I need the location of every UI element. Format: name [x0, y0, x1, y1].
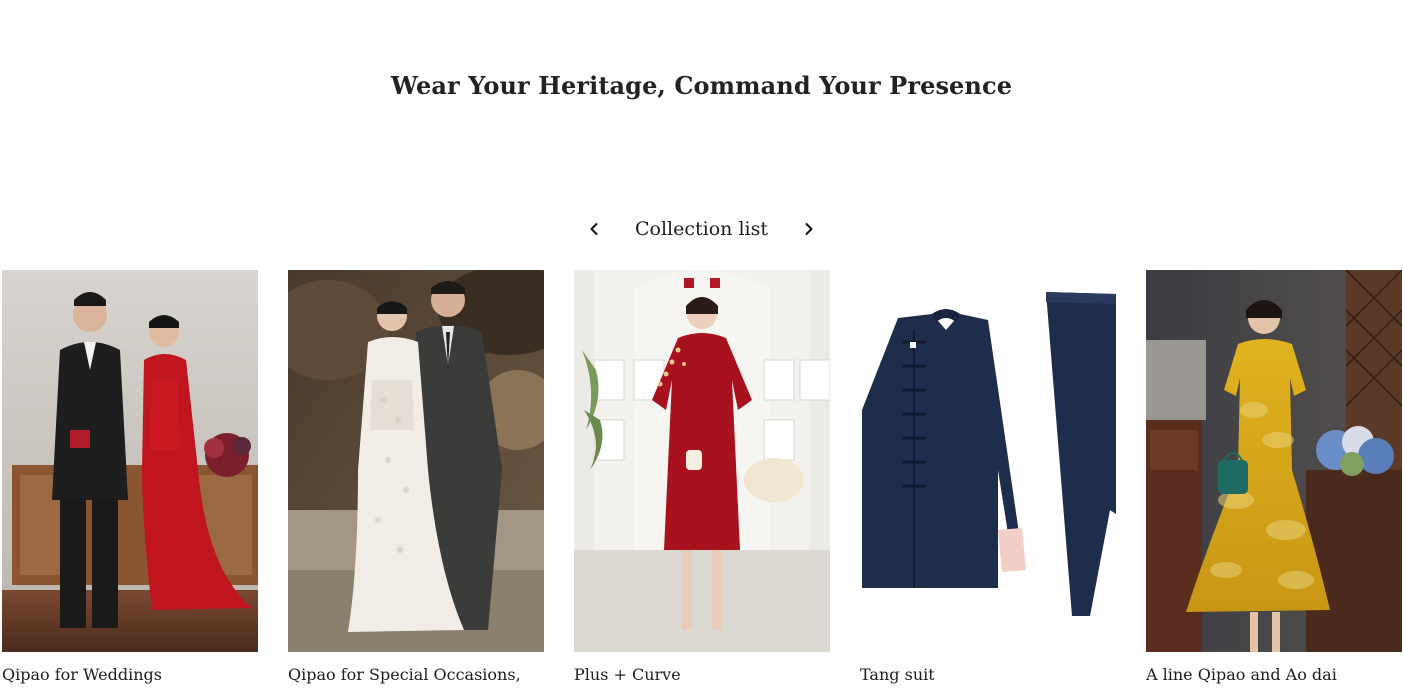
- chevron-left-icon: [590, 223, 598, 235]
- collection-image-tang-suit[interactable]: [860, 270, 1116, 652]
- collection-card-special-occasions[interactable]: Qipao for Special Occasions,: [288, 270, 544, 690]
- page: Wear Your Heritage, Command Your Presenc…: [0, 0, 1403, 690]
- collection-list-title: Collection list: [635, 218, 768, 240]
- collection-image-plus-curve[interactable]: [574, 270, 830, 652]
- collection-label[interactable]: Tang suit: [860, 664, 1116, 686]
- section-headline: Wear Your Heritage, Command Your Presenc…: [390, 70, 1013, 100]
- collection-card-plus-curve[interactable]: Plus + Curve: [574, 270, 830, 690]
- prev-collection-button[interactable]: [581, 216, 607, 242]
- collection-card-a-line-qipao[interactable]: A line Qipao and Ao dai: [1146, 270, 1402, 690]
- collection-image-weddings[interactable]: [2, 270, 258, 652]
- collection-label[interactable]: Qipao for Special Occasions,: [288, 664, 544, 686]
- collection-label[interactable]: Qipao for Weddings: [2, 664, 258, 686]
- collection-nav: Collection list: [0, 212, 1403, 246]
- collection-image-a-line-qipao[interactable]: [1146, 270, 1402, 652]
- chevron-right-icon: [805, 223, 813, 235]
- collection-image-special-occasions[interactable]: [288, 270, 544, 652]
- next-collection-button[interactable]: [796, 216, 822, 242]
- collection-label[interactable]: Plus + Curve: [574, 664, 830, 686]
- collection-card-tang-suit[interactable]: Tang suit: [860, 270, 1116, 690]
- collection-card-weddings[interactable]: Qipao for Weddings: [2, 270, 258, 690]
- collection-cards: Qipao for Weddings Qipao for Special Occ…: [2, 270, 1402, 690]
- collection-label[interactable]: A line Qipao and Ao dai: [1146, 664, 1402, 686]
